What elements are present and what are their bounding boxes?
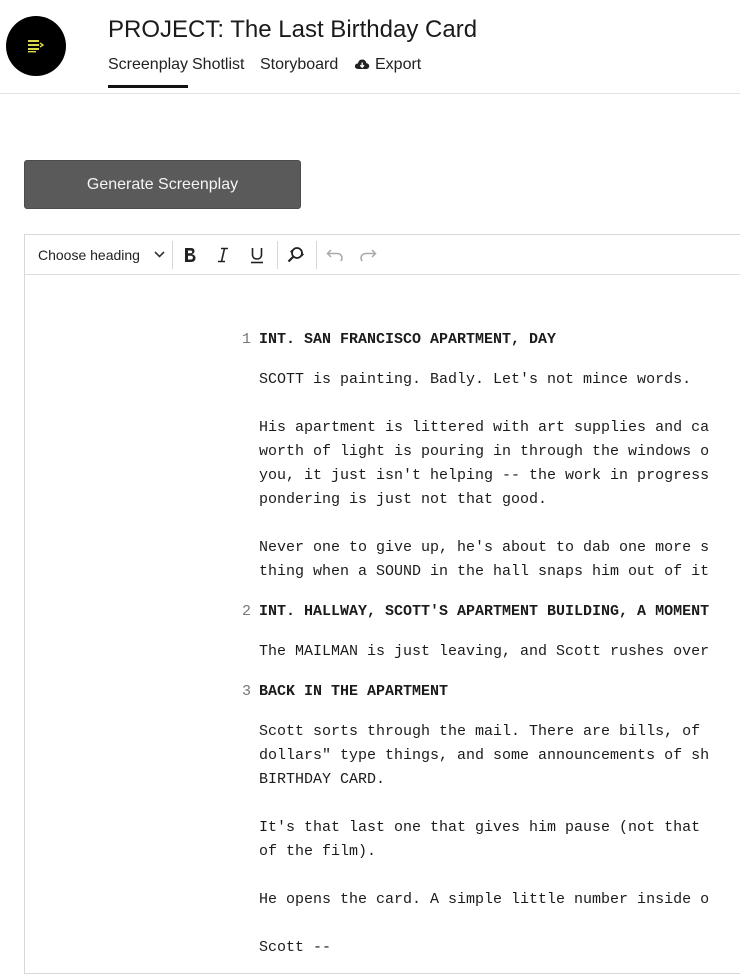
generate-screenplay-button[interactable]: Generate Screenplay [24,160,301,209]
tab-shotlist[interactable]: Shotlist [192,56,244,88]
scene-number: 3 [241,683,251,700]
app-header: PROJECT: The Last Birthday Card Screenpl… [0,0,740,94]
chevron-down-icon [154,251,165,258]
toolbar-divider [277,241,278,269]
action-line: The MAILMAN is just leaving, and Scott r… [259,643,710,660]
screenplay-content[interactable]: 1 INT. SAN FRANCISCO APARTMENT, DAY SCOT… [25,274,740,973]
editor-toolbar: Choose heading [25,235,740,275]
cloud-download-icon [354,59,370,69]
tab-label: Screenplay [108,56,189,73]
action-line: BIRTHDAY CARD. [259,771,386,788]
action-line: dollars" type things, and some announcem… [259,747,710,764]
underline-button[interactable] [244,241,270,269]
redo-button[interactable] [355,241,381,269]
tab-storyboard[interactable]: Storyboard [260,56,338,88]
action-line: SCOTT is painting. Badly. Let's not minc… [259,371,692,388]
scene-number: 2 [241,603,251,620]
action-line: thing when a SOUND in the hall snaps him… [259,563,710,580]
italic-icon [218,247,228,263]
action-line: you, it just isn't helping -- the work i… [259,467,710,484]
heading-select-label: Choose heading [38,246,140,263]
bold-icon [185,248,196,262]
action-line: pondering is just not that good. [259,491,548,508]
redo-icon [360,249,377,262]
action-line: It's that last one that gives him pause … [259,819,701,836]
action-line: worth of light is pouring in through the… [259,443,710,460]
tab-export[interactable]: Export [354,56,421,88]
action-line: His apartment is littered with art suppl… [259,419,710,436]
heading-select[interactable]: Choose heading [38,235,165,274]
menu-lines-icon [28,40,45,53]
bold-button[interactable] [177,241,203,269]
tab-screenplay[interactable]: Screenplay [108,56,189,88]
action-line: He opens the card. A simple little numbe… [259,891,710,908]
scene-heading: INT. HALLWAY, SCOTT'S APARTMENT BUILDING… [259,603,710,620]
underline-icon [251,247,263,263]
scene-number: 1 [241,331,251,348]
tab-label: Export [375,56,422,73]
scene-heading: BACK IN THE APARTMENT [259,683,449,700]
scene-heading: INT. SAN FRANCISCO APARTMENT, DAY [259,331,557,348]
action-line: Scott sorts through the mail. There are … [259,723,701,740]
tab-label: Storyboard [260,56,339,73]
action-line: Scott -- [259,939,332,956]
italic-button[interactable] [210,241,236,269]
tab-label: Shotlist [192,56,245,73]
action-line: of the film). [259,843,377,860]
project-title: PROJECT: The Last Birthday Card [108,16,478,43]
action-line: Never one to give up, he's about to dab … [259,539,710,556]
find-replace-button[interactable] [283,241,309,269]
toolbar-divider [316,241,317,269]
toolbar-divider [172,241,173,269]
find-replace-icon [287,247,304,263]
undo-icon [326,249,343,262]
screenplay-editor: Choose heading 1 INT. SAN FRANCISCO APAR… [24,234,740,974]
undo-button[interactable] [322,241,348,269]
app-logo[interactable] [6,16,66,76]
